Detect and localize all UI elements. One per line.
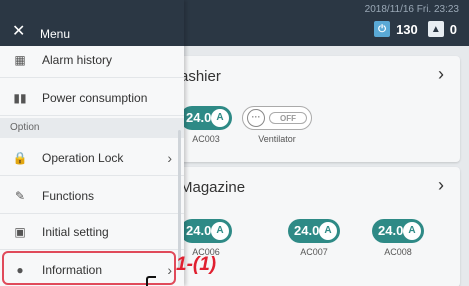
chevron-right-icon: › xyxy=(167,150,172,166)
ac-temp: 24.0 xyxy=(186,223,212,238)
chevron-right-icon[interactable]: › xyxy=(438,64,444,85)
side-menu: ✕ Menu ▦ Alarm history ▮▮ Power consumpt… xyxy=(0,0,184,286)
wrench-icon: ✎ xyxy=(14,188,26,203)
chevron-right-icon[interactable]: › xyxy=(438,175,444,196)
auto-mode-icon: A xyxy=(211,109,229,127)
lock-icon: 🔒 xyxy=(12,150,28,165)
ac-temp: 24.0 xyxy=(294,223,320,238)
vent-state: OFF xyxy=(269,112,307,124)
alarm-icon[interactable]: ▲ xyxy=(427,21,444,37)
menu-item-alarm-history[interactable]: ▦ Alarm history xyxy=(0,42,184,78)
ac-temp: 24.0 xyxy=(378,223,404,238)
ac-temp: 24.0 xyxy=(186,110,212,125)
vent-label: Ventilator xyxy=(258,134,296,144)
power-icon[interactable]: ⏻ xyxy=(374,21,391,37)
ac-label: AC003 xyxy=(192,134,220,144)
callout-label: 1-(1) xyxy=(176,254,217,275)
menu-item-power-consumption[interactable]: ▮▮ Power consumption xyxy=(0,80,184,116)
ac-label: AC008 xyxy=(384,247,412,257)
menu-item-initial-setting[interactable]: ▣ Initial setting xyxy=(0,214,184,250)
ac-unit[interactable]: 24.0 A AC003 xyxy=(180,106,240,144)
initial-setting-icon: ▣ xyxy=(14,224,26,239)
scrollbar[interactable] xyxy=(178,130,181,270)
menu-title: Menu xyxy=(40,27,71,41)
ac-unit[interactable]: 24.0 A AC006 xyxy=(180,219,240,257)
pointer-icon xyxy=(146,276,156,286)
menu-header: ✕ Menu xyxy=(0,0,184,46)
menu-item-label: Power consumption xyxy=(42,90,148,105)
section-label-option: Option xyxy=(0,118,184,138)
alarm-history-icon: ▦ xyxy=(14,52,26,67)
power-value: 130 xyxy=(396,21,418,37)
card-title: ashier xyxy=(180,68,221,85)
fan-icon: ··· xyxy=(247,109,265,127)
menu-item-label: Functions xyxy=(42,188,95,203)
menu-item-operation-lock[interactable]: 🔒 Operation Lock › xyxy=(0,140,184,176)
menu-item-label: Alarm history xyxy=(42,52,113,67)
ac-label: AC007 xyxy=(300,247,328,257)
close-icon[interactable]: ✕ xyxy=(12,24,25,40)
area-card[interactable]: ashier › 24.0 A AC003 ··· OFF Ventilator xyxy=(150,56,460,162)
ac-unit[interactable]: 24.0 A AC008 xyxy=(372,219,432,257)
menu-item-functions[interactable]: ✎ Functions xyxy=(0,178,184,214)
power-consumption-icon: ▮▮ xyxy=(13,90,27,105)
datetime: 2018/11/16 Fri. 23:23 xyxy=(364,4,459,15)
auto-mode-icon: A xyxy=(319,222,337,240)
auto-mode-icon: A xyxy=(403,222,421,240)
menu-item-label: Initial setting xyxy=(42,224,109,239)
card-title: Magazine xyxy=(180,179,246,196)
ventilator-unit[interactable]: ··· OFF Ventilator xyxy=(242,106,312,144)
auto-mode-icon: A xyxy=(211,222,229,240)
menu-item-label: Operation Lock xyxy=(42,150,124,165)
ac-unit[interactable]: 24.0 A AC007 xyxy=(288,219,348,257)
status-area: ⏻ 130 ▲ 0 xyxy=(374,21,461,37)
alarm-value: 0 xyxy=(449,21,457,37)
